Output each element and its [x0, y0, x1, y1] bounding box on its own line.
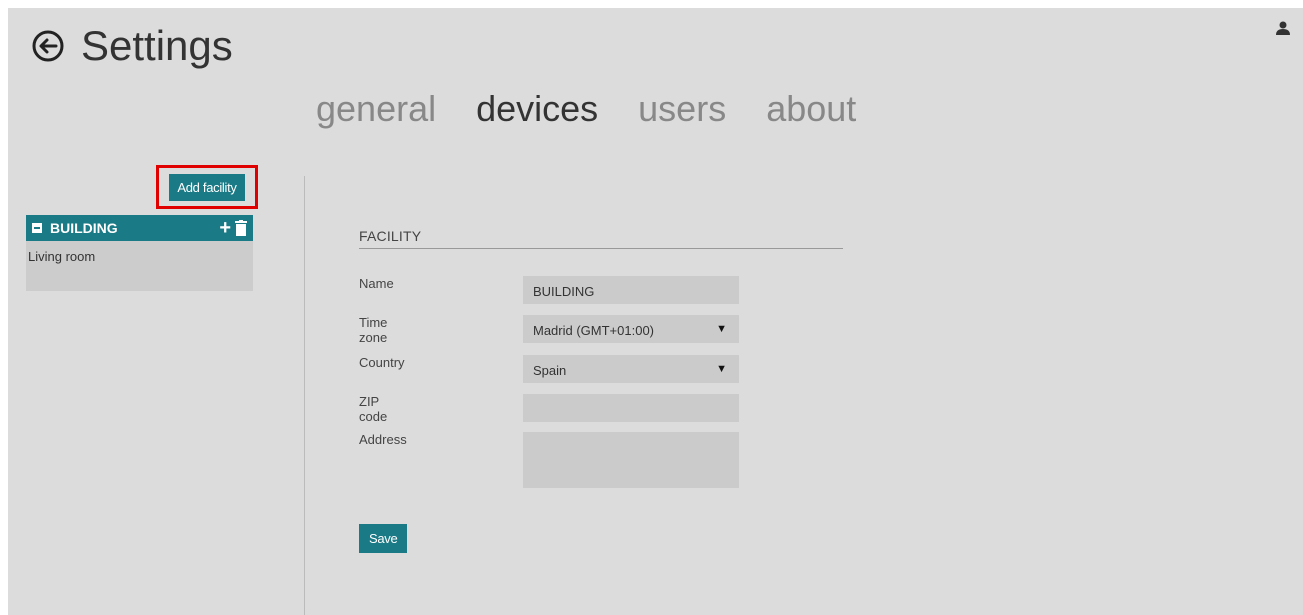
timezone-select[interactable]: Madrid (GMT+01:00) ▼: [523, 315, 739, 343]
tab-devices[interactable]: devices: [476, 88, 598, 130]
country-value: Spain: [533, 363, 567, 378]
name-field[interactable]: BUILDING: [523, 276, 739, 304]
page-title: Settings: [81, 22, 233, 69]
timezone-label: Time zone: [359, 315, 388, 345]
facility-header[interactable]: BUILDING +: [26, 215, 253, 241]
room-item[interactable]: Living room: [26, 241, 253, 264]
tab-about[interactable]: about: [766, 88, 856, 130]
country-select[interactable]: Spain ▼: [523, 355, 739, 383]
add-facility-button[interactable]: Add facility: [169, 173, 245, 201]
vertical-divider: [304, 176, 305, 615]
address-field[interactable]: [523, 432, 739, 488]
tab-general[interactable]: general: [316, 88, 436, 130]
zip-label: ZIP code: [359, 394, 388, 424]
facility-name: BUILDING: [50, 220, 118, 236]
dropdown-arrow-icon: ▼: [716, 363, 727, 375]
collapse-icon[interactable]: [32, 223, 42, 233]
timezone-value: Madrid (GMT+01:00): [533, 323, 655, 338]
facility-form: FACILITY Name BUILDING Time zone Madrid …: [359, 228, 843, 553]
user-icon[interactable]: [1275, 20, 1295, 40]
add-room-icon[interactable]: +: [219, 218, 231, 238]
zip-field[interactable]: [523, 394, 739, 422]
address-label: Address: [359, 432, 407, 447]
tab-users[interactable]: users: [638, 88, 726, 130]
section-title: FACILITY: [359, 228, 843, 249]
save-button[interactable]: Save: [359, 524, 408, 553]
settings-app: Settings general devices users about Add…: [8, 8, 1303, 615]
back-arrow-icon[interactable]: [25, 23, 71, 69]
name-label: Name: [359, 276, 394, 291]
dropdown-arrow-icon: ▼: [716, 323, 727, 335]
header: Settings: [25, 16, 233, 76]
facility-rooms: Living room: [26, 241, 253, 291]
country-label: Country: [359, 355, 405, 370]
add-facility-highlight: Add facility: [156, 165, 258, 209]
settings-tabs: general devices users about: [316, 88, 896, 130]
delete-icon[interactable]: [235, 220, 247, 236]
